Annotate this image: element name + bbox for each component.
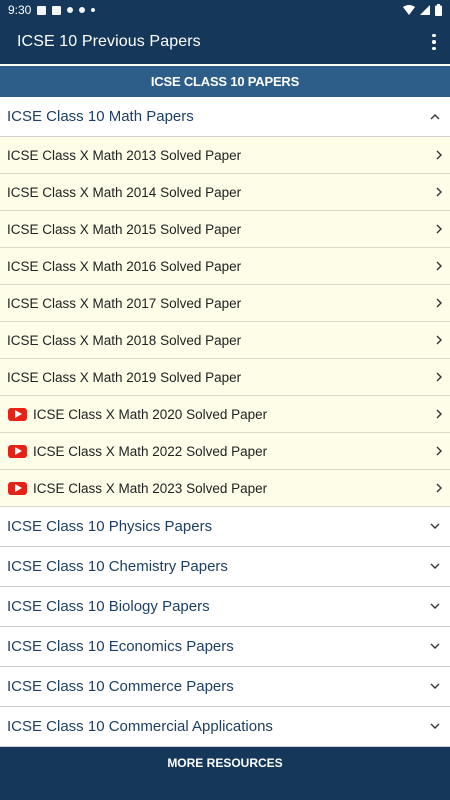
youtube-icon: [8, 481, 27, 495]
group-label: ICSE Class 10 Math Papers: [7, 108, 194, 125]
group-label: ICSE Class 10 Commerce Papers: [7, 678, 234, 695]
paper-row[interactable]: ICSE Class X Math 2019 Solved Paper: [0, 359, 450, 396]
chevron-down-icon: [430, 507, 440, 546]
paper-label: ICSE Class X Math 2022 Solved Paper: [33, 443, 268, 459]
group-label: ICSE Class 10 Biology Papers: [7, 598, 210, 615]
more-resources-button[interactable]: MORE RESOURCES: [0, 747, 450, 800]
youtube-icon: [8, 407, 27, 421]
app-notification-icon: [52, 5, 62, 15]
group-row[interactable]: ICSE Class 10 Commerce Papers: [0, 667, 450, 707]
group-row[interactable]: ICSE Class 10 Commercial Applications: [0, 707, 450, 747]
chevron-down-icon: [430, 707, 440, 746]
paper-row[interactable]: ICSE Class X Math 2016 Solved Paper: [0, 248, 450, 285]
paper-row[interactable]: ICSE Class X Math 2023 Solved Paper: [0, 470, 450, 507]
paper-label: ICSE Class X Math 2017 Solved Paper: [7, 295, 242, 311]
app-bar: ICSE 10 Previous Papers: [0, 20, 450, 64]
pin-notification-icon: [67, 7, 74, 13]
chevron-right-icon: [436, 285, 442, 321]
status-time: 9:30: [8, 3, 32, 17]
paper-label: ICSE Class X Math 2016 Solved Paper: [7, 258, 242, 274]
paper-row[interactable]: ICSE Class X Math 2013 Solved Paper: [0, 137, 450, 174]
group-row[interactable]: ICSE Class 10 Physics Papers: [0, 507, 450, 547]
chevron-right-icon: [436, 433, 442, 469]
group-label: ICSE Class 10 Commercial Applications: [7, 718, 273, 735]
chevron-right-icon: [436, 137, 442, 173]
papers-list: ICSE Class 10 Math Papers ICSE Class X Ma…: [0, 97, 450, 747]
chevron-down-icon: [430, 627, 440, 666]
image-notification-icon: [37, 5, 47, 15]
paper-row[interactable]: ICSE Class X Math 2014 Solved Paper: [0, 174, 450, 211]
app-title: ICSE 10 Previous Papers: [17, 33, 201, 50]
group-row[interactable]: ICSE Class 10 Biology Papers: [0, 587, 450, 627]
group-label: ICSE Class 10 Chemistry Papers: [7, 558, 228, 575]
paper-label: ICSE Class X Math 2019 Solved Paper: [7, 369, 242, 385]
group-label: ICSE Class 10 Economics Papers: [7, 638, 234, 655]
chevron-right-icon: [436, 248, 442, 284]
chevron-down-icon: [430, 667, 440, 706]
person-notification-icon: [79, 7, 86, 13]
chevron-down-icon: [430, 587, 440, 626]
paper-row[interactable]: ICSE Class X Math 2022 Solved Paper: [0, 433, 450, 470]
wifi-icon: [403, 5, 415, 15]
youtube-icon: [8, 444, 27, 458]
status-bar: 9:30: [0, 0, 450, 20]
group-label: ICSE Class 10 Physics Papers: [7, 518, 213, 535]
section-header: ICSE CLASS 10 PAPERS: [0, 66, 450, 97]
chevron-right-icon: [436, 396, 442, 432]
paper-label: ICSE Class X Math 2015 Solved Paper: [7, 221, 242, 237]
group-row[interactable]: ICSE Class 10 Chemistry Papers: [0, 547, 450, 587]
signal-icon: [420, 5, 430, 15]
chevron-up-icon: [430, 97, 440, 136]
group-row[interactable]: ICSE Class 10 Economics Papers: [0, 627, 450, 667]
paper-row[interactable]: ICSE Class X Math 2020 Solved Paper: [0, 396, 450, 433]
chevron-down-icon: [430, 547, 440, 586]
more-resources-label: MORE RESOURCES: [167, 756, 283, 770]
more-notifications-dot-icon: [91, 8, 96, 12]
battery-icon: [435, 4, 442, 16]
more-options-icon[interactable]: [430, 32, 438, 52]
chevron-right-icon: [436, 322, 442, 358]
group-row[interactable]: ICSE Class 10 Math Papers: [0, 97, 450, 137]
paper-row[interactable]: ICSE Class X Math 2018 Solved Paper: [0, 322, 450, 359]
chevron-right-icon: [436, 359, 442, 395]
paper-row[interactable]: ICSE Class X Math 2017 Solved Paper: [0, 285, 450, 322]
paper-row[interactable]: ICSE Class X Math 2015 Solved Paper: [0, 211, 450, 248]
paper-label: ICSE Class X Math 2023 Solved Paper: [33, 480, 268, 496]
paper-label: ICSE Class X Math 2018 Solved Paper: [7, 332, 242, 348]
paper-label: ICSE Class X Math 2020 Solved Paper: [33, 406, 268, 422]
paper-label: ICSE Class X Math 2014 Solved Paper: [7, 184, 242, 200]
paper-label: ICSE Class X Math 2013 Solved Paper: [7, 147, 242, 163]
chevron-right-icon: [436, 470, 442, 506]
chevron-right-icon: [436, 174, 442, 210]
chevron-right-icon: [436, 211, 442, 247]
